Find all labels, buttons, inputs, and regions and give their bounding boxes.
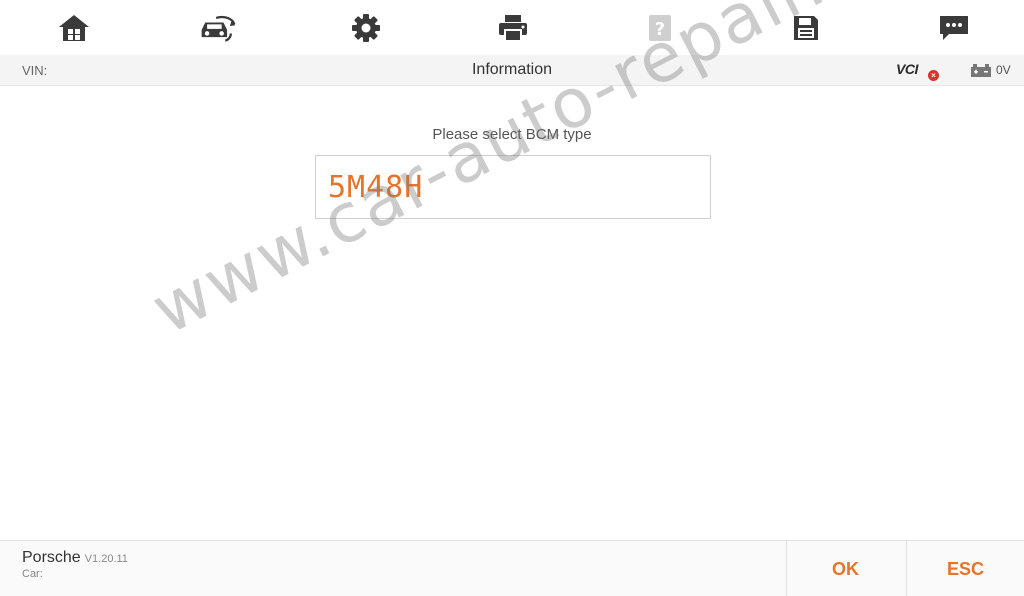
feedback-message-icon	[940, 16, 968, 40]
battery-icon	[971, 64, 991, 77]
battery-voltage: 0V	[996, 63, 1011, 77]
switch-vehicle-button[interactable]	[198, 10, 238, 46]
home-button[interactable]	[54, 10, 94, 46]
top-toolbar: ?	[0, 0, 1024, 55]
feedback-button[interactable]	[934, 10, 974, 46]
car-swap-icon	[201, 15, 236, 42]
printer-icon	[499, 15, 527, 42]
info-bar: VIN: Information VCI × 0V	[0, 55, 1024, 86]
car-label: Car:	[22, 568, 43, 580]
settings-button[interactable]	[346, 10, 386, 46]
vci-status: VCI ×	[896, 61, 939, 81]
settings-gear-icon	[352, 14, 380, 42]
vehicle-brand: Porsche V1.20.11	[22, 549, 128, 567]
software-version: V1.20.11	[84, 553, 128, 565]
page-title: Information	[471, 61, 553, 78]
home-icon	[59, 15, 89, 41]
ok-button[interactable]: OK	[786, 541, 904, 596]
vci-disconnected-icon: ×	[928, 70, 939, 81]
vci-label: VCI	[896, 61, 918, 77]
footer-bar: Porsche V1.20.11 Car: OK ESC	[0, 540, 1024, 596]
print-button[interactable]	[493, 10, 533, 46]
vehicle-brand-name: Porsche	[22, 549, 81, 566]
esc-button[interactable]: ESC	[906, 541, 1024, 596]
